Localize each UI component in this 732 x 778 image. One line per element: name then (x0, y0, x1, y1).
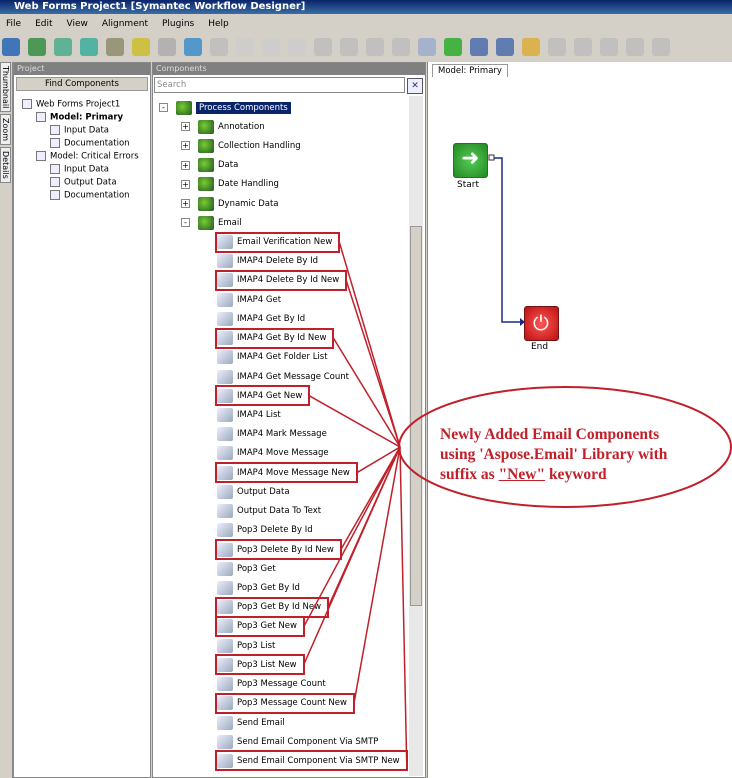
callout-pointer-line (338, 241, 401, 448)
callout-line-2: using 'Aspose.Email' Library with (440, 446, 668, 463)
annotation-overlay (302, 241, 732, 761)
callout-pointer-line (303, 446, 401, 627)
callout-keyword: "New" (498, 466, 546, 483)
callout-line-3: suffix as "New" keyword (440, 465, 720, 485)
callout-pointer-line (302, 446, 401, 666)
callout-pointer-line (399, 446, 408, 761)
callout-pointer-line (332, 337, 401, 448)
callout-suffix: keyword (545, 466, 607, 483)
callout-text: Newly Added Email Components using 'Aspo… (440, 425, 720, 485)
callout-prefix: suffix as (440, 466, 499, 483)
callout-line-1: Newly Added Email Components (440, 426, 660, 443)
